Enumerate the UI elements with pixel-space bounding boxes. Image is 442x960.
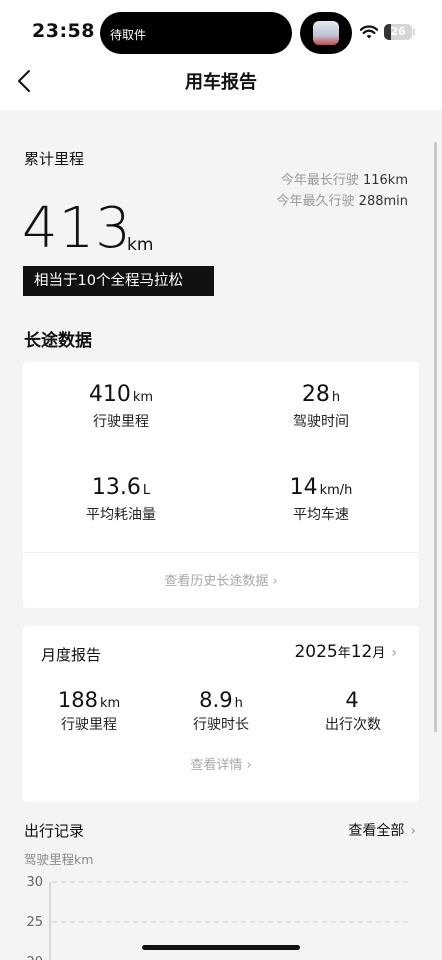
app-thumbnail-icon — [313, 21, 339, 45]
wifi-icon — [360, 25, 378, 39]
page-title: 用车报告 — [185, 72, 257, 93]
cumulative-mileage-value: 413 — [22, 196, 132, 261]
cumulative-mileage-unit: km — [127, 235, 154, 255]
cumulative-mileage-label: 累计里程 — [24, 150, 85, 168]
battery-indicator: 26 — [384, 24, 412, 40]
monthly-report-card: 月度报告 2025年12月 › 188 km 行驶里程 8.9 h 行驶时长 4 出行… — [23, 626, 419, 802]
long-stat-driving-time: 28 h 驾驶时间 — [293, 382, 349, 430]
chevron-right-icon: › — [391, 645, 397, 661]
long-distance-card: 410 km 行驶里程 28 h 驾驶时间 13.6 L 平均耗油量 14 km/h 平… — [23, 362, 419, 608]
y-tick-label: 25 — [26, 915, 43, 930]
trip-records-title: 出行记录 — [24, 822, 85, 840]
long-stat-fuel: 13.6 L 平均耗油量 — [86, 475, 156, 523]
home-indicator[interactable] — [142, 945, 300, 950]
dynamic-island-app[interactable] — [300, 12, 352, 54]
chevron-right-icon: › — [410, 823, 416, 839]
long-distance-title: 长途数据 — [24, 331, 92, 351]
card-divider — [23, 552, 419, 553]
month-stat-trips: 4 出行次数 — [325, 688, 381, 733]
battery-nub — [413, 29, 415, 35]
long-stat-avg-speed: 14 km/h 平均车速 — [289, 475, 353, 523]
marathon-equivalent-badge: 相当于10个全程马拉松 — [23, 266, 214, 296]
long-stat-distance: 410 km 行驶里程 — [88, 382, 154, 430]
monthly-report-title: 月度报告 — [41, 646, 102, 664]
longest-time-row: 今年最久行驶 288min — [276, 194, 408, 209]
chart-y-axis-label: 驾驶里程km — [24, 852, 94, 867]
status-bar: 23:58 待取件 26 — [0, 0, 442, 64]
longest-time-value: 288min — [358, 194, 408, 209]
status-time: 23:58 — [32, 20, 95, 42]
longest-trip-value: 116km — [362, 173, 408, 188]
yearly-records: 今年最长行驶 116km 今年最久行驶 288min — [277, 170, 408, 212]
history-long-distance-link[interactable]: 查看历史长途数据 › — [23, 570, 419, 589]
month-stat-duration: 8.9 h 行驶时长 — [193, 688, 249, 733]
battery-level: 26 — [390, 25, 406, 38]
scrollbar[interactable] — [434, 142, 437, 732]
view-all-trips-link[interactable]: 查看全部 › — [348, 820, 416, 840]
longest-trip-row: 今年最长行驶 116km — [280, 173, 408, 188]
month-stat-distance: 188 km 行驶里程 — [57, 688, 121, 733]
y-tick-label: 30 — [26, 875, 43, 890]
dynamic-island-pickup[interactable]: 待取件 — [100, 12, 292, 54]
nav-bar: 用车报告 — [0, 56, 442, 110]
month-selector[interactable]: 2025年12月 › — [294, 642, 397, 662]
monthly-details-link[interactable]: 查看详情 › — [23, 754, 419, 773]
y-tick-label: 20 — [26, 955, 43, 960]
